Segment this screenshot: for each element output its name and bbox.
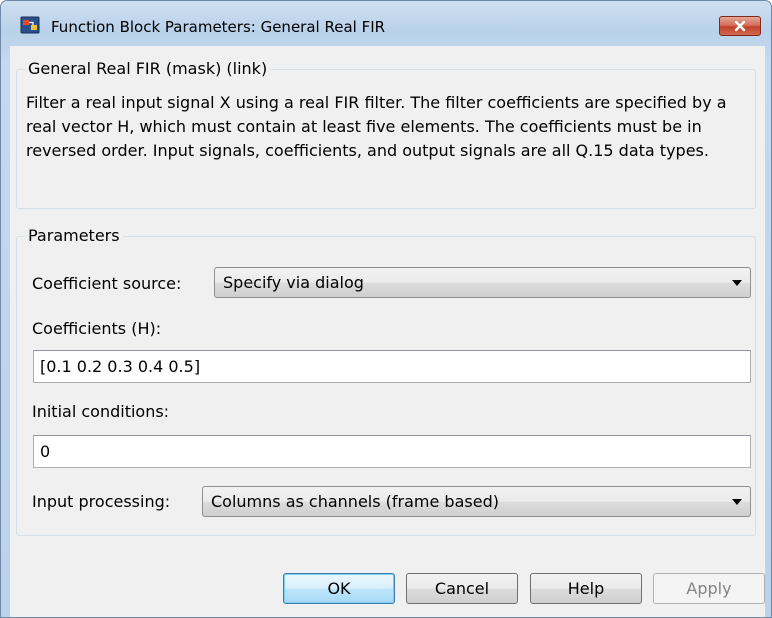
parameters-group-title: Parameters — [25, 226, 123, 245]
chevron-down-icon — [732, 499, 742, 505]
apply-button[interactable]: Apply — [653, 573, 765, 604]
coefficients-label: Coefficients (H): — [32, 319, 162, 338]
coefficient-source-label: Coefficient source: — [32, 274, 182, 293]
coefficient-source-dropdown[interactable]: Specify via dialog — [214, 267, 751, 298]
cancel-button[interactable]: Cancel — [406, 573, 518, 604]
close-button[interactable] — [719, 16, 761, 36]
coefficients-input[interactable]: [0.1 0.2 0.3 0.4 0.5] — [33, 350, 751, 383]
ok-button[interactable]: OK — [283, 573, 395, 604]
coefficients-value: [0.1 0.2 0.3 0.4 0.5] — [40, 357, 201, 376]
dialog-window: Function Block Parameters: General Real … — [0, 0, 772, 618]
coefficient-source-value: Specify via dialog — [223, 273, 364, 292]
chevron-down-icon — [732, 280, 742, 286]
window-title: Function Block Parameters: General Real … — [51, 18, 386, 36]
title-bar[interactable]: Function Block Parameters: General Real … — [1, 1, 771, 37]
mask-group-title: General Real FIR (mask) (link) — [25, 59, 271, 78]
input-processing-dropdown[interactable]: Columns as channels (frame based) — [202, 486, 751, 517]
input-processing-label: Input processing: — [32, 492, 171, 511]
help-button[interactable]: Help — [530, 573, 642, 604]
mask-description-text: Filter a real input signal X using a rea… — [26, 93, 727, 160]
dialog-client-area: General Real FIR (mask) (link) Filter a … — [10, 46, 765, 617]
initial-conditions-label: Initial conditions: — [32, 402, 170, 421]
simulink-block-icon — [20, 16, 40, 34]
close-icon — [734, 20, 746, 32]
initial-conditions-value: 0 — [40, 442, 51, 461]
initial-conditions-input[interactable]: 0 — [33, 435, 751, 468]
input-processing-value: Columns as channels (frame based) — [211, 492, 499, 511]
